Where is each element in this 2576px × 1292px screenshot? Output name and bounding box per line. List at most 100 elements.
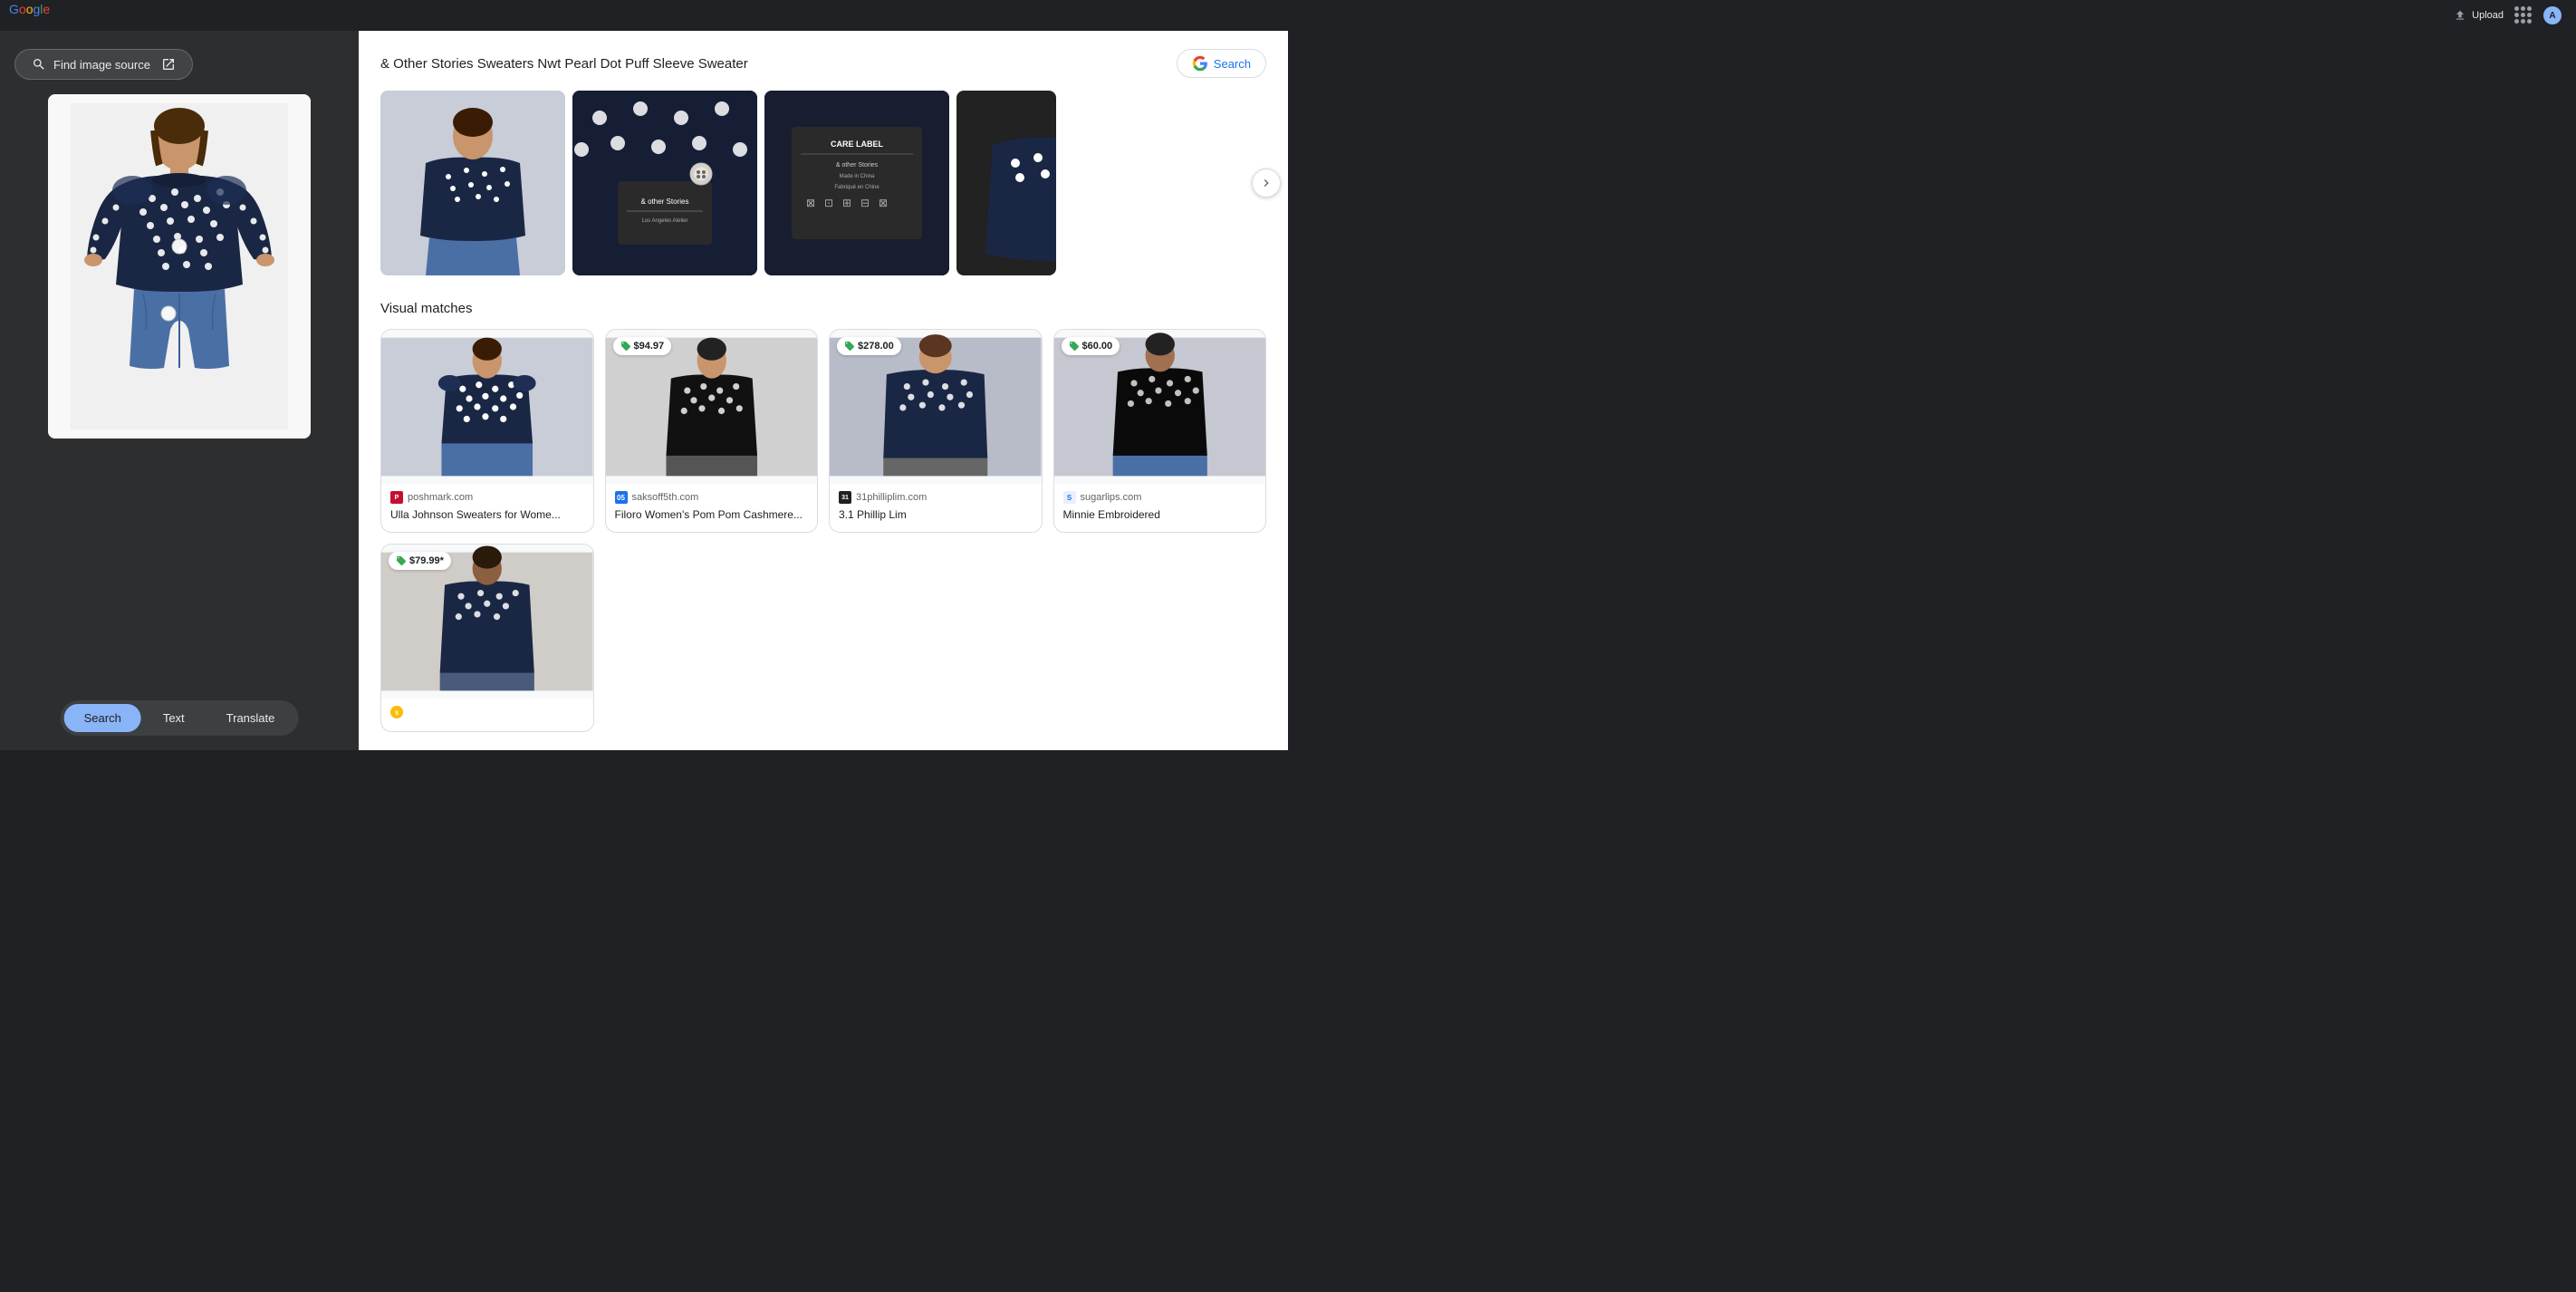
svg-text:⊠: ⊠ xyxy=(879,197,888,209)
section-title: & Other Stories Sweaters Nwt Pearl Dot P… xyxy=(380,56,748,72)
strip-image-2: & other Stories Los Angeles Atelier xyxy=(572,91,757,275)
apps-dot xyxy=(2527,19,2532,24)
matches-second-row: $79.99* xyxy=(380,544,1266,732)
match-card-3[interactable]: $278.00 xyxy=(829,329,1043,533)
uploaded-image xyxy=(48,94,311,439)
strip-item-3[interactable]: CARE LABEL & other Stories Made in China… xyxy=(764,91,949,275)
match-info-1: P poshmark.com Ulla Johnson Sweaters for… xyxy=(381,484,593,532)
image-search-icon xyxy=(32,57,46,72)
left-panel: Find image source xyxy=(0,31,359,750)
sweater-image-area xyxy=(48,94,311,439)
logo-o1: o xyxy=(19,2,26,16)
price-4: $60.00 xyxy=(1082,341,1113,352)
match-source-5: $ xyxy=(390,706,584,718)
match-svg-1 xyxy=(381,330,593,484)
google-logo[interactable]: G o o g l e xyxy=(9,2,50,16)
svg-text:Fabriqué en Chine: Fabriqué en Chine xyxy=(834,185,879,190)
match-source-2: 05 saksoff5th.com xyxy=(615,491,809,504)
match-info-3: 31 31philliplim.com 3.1 Phillip Lim xyxy=(830,484,1042,532)
find-image-label: Find image source xyxy=(53,58,150,72)
upload-button[interactable]: Upload xyxy=(2454,9,2504,22)
section-header: & Other Stories Sweaters Nwt Pearl Dot P… xyxy=(380,49,1266,78)
match-image-4: $60.00 xyxy=(1054,330,1266,484)
apps-dot xyxy=(2514,13,2519,17)
upload-icon xyxy=(2454,9,2466,22)
saks-favicon: 05 xyxy=(615,491,628,504)
header-actions: Upload A xyxy=(2454,6,2562,24)
price-tag-icon-5 xyxy=(396,555,407,566)
match-image-3: $278.00 xyxy=(830,330,1042,484)
apps-dot xyxy=(2521,6,2525,11)
apps-dot xyxy=(2521,19,2525,24)
match-title-1: Ulla Johnson Sweaters for Wome... xyxy=(390,507,584,523)
sweater-svg xyxy=(71,103,288,429)
tab-translate[interactable]: Translate xyxy=(207,704,295,732)
search-label: Search xyxy=(1214,57,1251,71)
logo-e: e xyxy=(43,2,50,16)
match-card-2[interactable]: $94.97 xyxy=(605,329,819,533)
match-source-4: S sugarlips.com xyxy=(1063,491,1257,504)
price-5: $79.99* xyxy=(409,555,444,566)
apps-dot xyxy=(2527,6,2532,11)
match-card-1[interactable]: P poshmark.com Ulla Johnson Sweaters for… xyxy=(380,329,594,533)
svg-text:Los Angeles Atelier: Los Angeles Atelier xyxy=(641,218,687,224)
logo-o2: o xyxy=(26,2,34,16)
image-strip-wrapper: & other Stories Los Angeles Atelier xyxy=(380,91,1266,275)
svg-text:⊟: ⊟ xyxy=(860,197,870,209)
external-link-icon xyxy=(161,57,176,72)
price-3: $278.00 xyxy=(858,341,894,352)
source-name-1: poshmark.com xyxy=(408,492,473,503)
svg-text:⊞: ⊞ xyxy=(842,197,851,209)
price-tag-icon-4 xyxy=(1069,341,1080,352)
tab-search[interactable]: Search xyxy=(64,704,141,732)
source-name-4: sugarlips.com xyxy=(1081,492,1142,503)
google-icon xyxy=(1192,55,1208,72)
match-source-1: P poshmark.com xyxy=(390,491,584,504)
strip-image-4 xyxy=(956,91,1056,275)
price-tag-icon xyxy=(620,341,631,352)
match-info-4: S sugarlips.com Minnie Embroidered xyxy=(1054,484,1266,532)
phillip-lim-favicon: 31 xyxy=(839,491,851,504)
match-source-3: 31 31philliplim.com xyxy=(839,491,1033,504)
avatar[interactable]: A xyxy=(2543,6,2562,24)
strip-item-2[interactable]: & other Stories Los Angeles Atelier xyxy=(572,91,757,275)
svg-text:⊠: ⊠ xyxy=(806,197,815,209)
logo-g2: g xyxy=(33,2,40,16)
header: G o o g l e Upload A xyxy=(0,0,2576,31)
match-card-4[interactable]: $60.00 xyxy=(1053,329,1267,533)
price-2: $94.97 xyxy=(634,341,665,352)
match-card-5[interactable]: $79.99* xyxy=(380,544,594,732)
match-image-5: $79.99* xyxy=(381,545,593,699)
match-image-1 xyxy=(381,330,593,484)
next-arrow-button[interactable] xyxy=(1252,169,1281,198)
tab-text[interactable]: Text xyxy=(143,704,205,732)
match-info-2: 05 saksoff5th.com Filoro Women's Pom Pom… xyxy=(606,484,818,532)
source-name-2: saksoff5th.com xyxy=(632,492,699,503)
google-logo-area: G o o g l e xyxy=(9,2,50,16)
svg-text:CARE LABEL: CARE LABEL xyxy=(831,140,884,149)
strip-image-3: CARE LABEL & other Stories Made in China… xyxy=(764,91,949,275)
visual-matches-section: Visual matches xyxy=(380,301,1266,732)
match-image-2: $94.97 xyxy=(606,330,818,484)
find-image-source-button[interactable]: Find image source xyxy=(14,49,193,80)
apps-dot xyxy=(2514,19,2519,24)
apps-dot xyxy=(2527,13,2532,17)
svg-text:& other Stories: & other Stories xyxy=(641,198,689,206)
apps-button[interactable] xyxy=(2514,6,2533,24)
strip-item-4[interactable] xyxy=(956,91,1056,275)
source-name-3: 31philliplim.com xyxy=(856,492,927,503)
match-title-2: Filoro Women's Pom Pom Cashmere... xyxy=(615,507,809,523)
bottom-tabs: Search Text Translate xyxy=(61,700,299,736)
apps-dot xyxy=(2521,13,2525,17)
price-badge-3: $278.00 xyxy=(837,337,901,355)
match-title-4: Minnie Embroidered xyxy=(1063,507,1257,523)
search-google-button[interactable]: Search xyxy=(1177,49,1266,78)
strip-item-1[interactable] xyxy=(380,91,565,275)
poshmark-favicon: P xyxy=(390,491,403,504)
apps-dot xyxy=(2514,6,2519,11)
match-title-3: 3.1 Phillip Lim xyxy=(839,507,1033,523)
chevron-right-icon xyxy=(1259,176,1274,190)
svg-text:Made in China: Made in China xyxy=(840,174,875,179)
svg-text:⊡: ⊡ xyxy=(824,197,833,209)
price-tag-icon-3 xyxy=(844,341,855,352)
